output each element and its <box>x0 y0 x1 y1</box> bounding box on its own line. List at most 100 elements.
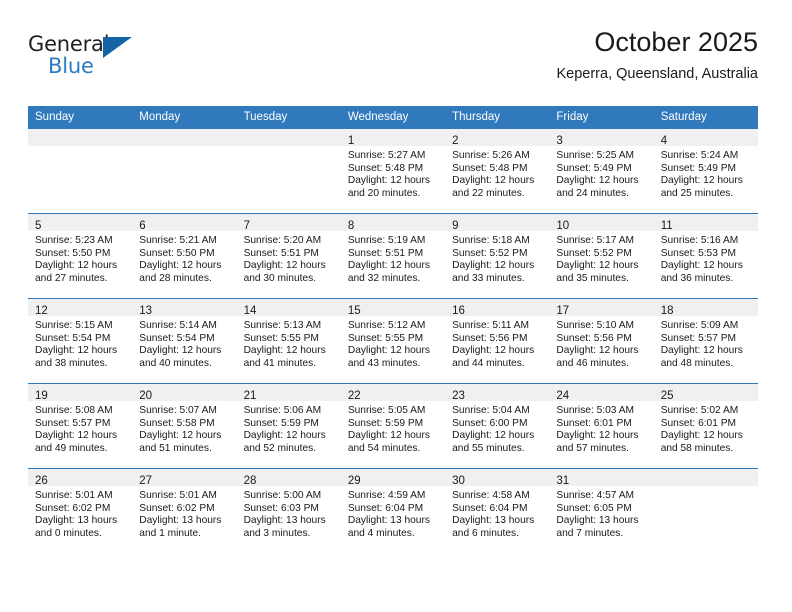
sunrise-text: Sunrise: 5:05 AM <box>347 405 426 416</box>
sunrise-text: Sunrise: 5:03 AM <box>556 405 634 416</box>
day-number-band: 31 <box>549 469 654 487</box>
calendar-day-cell[interactable]: 26 Sunrise: 5:01 AM Sunset: 6:02 PM Dayligh… <box>28 468 133 553</box>
day-number-band: 15 <box>340 299 446 317</box>
calendar-day-cell[interactable]: 11 Sunrise: 5:16 AM Sunset: 5:53 PM Dayligh… <box>653 213 758 299</box>
daylight-text: and 0 minutes. <box>35 527 102 539</box>
sunset-text: Sunset: 5:50 PM <box>139 247 215 259</box>
general-blue-logo: General Blue <box>28 26 148 84</box>
day-cell-content: 26 Sunrise: 5:01 AM Sunset: 6:02 PM Dayligh… <box>28 469 133 553</box>
weekday-header-thursday: Thursday <box>445 106 550 129</box>
calendar-day-cell[interactable]: 20 Sunrise: 5:07 AM Sunset: 5:58 PM Dayligh… <box>132 383 237 469</box>
calendar-day-cell[interactable]: 8 Sunrise: 5:19 AM Sunset: 5:51 PM Daylight… <box>340 213 446 299</box>
sunrise-text: Sunrise: 5:01 AM <box>35 490 113 501</box>
day-number: 28 <box>243 475 257 487</box>
calendar-day-cell[interactable]: 27 Sunrise: 5:01 AM Sunset: 6:02 PM Dayligh… <box>132 468 237 553</box>
sunrise-text: Sunrise: 5:06 AM <box>243 405 322 416</box>
day-cell-content: 15 Sunrise: 5:12 AM Sunset: 5:55 PM Dayligh… <box>340 299 446 383</box>
day-cell-content <box>28 129 133 213</box>
sunset-text: Sunset: 5:49 PM <box>556 162 632 174</box>
calendar-week-row: 19 Sunrise: 5:08 AM Sunset: 5:57 PM Dayligh… <box>28 383 758 469</box>
calendar-day-cell[interactable]: 7 Sunrise: 5:20 AM Sunset: 5:51 PM Daylight… <box>236 213 341 299</box>
calendar-day-cell[interactable]: 19 Sunrise: 5:08 AM Sunset: 5:57 PM Dayligh… <box>28 383 133 469</box>
calendar-day-cell[interactable]: 12 Sunrise: 5:15 AM Sunset: 5:54 PM Dayligh… <box>28 298 133 384</box>
sunset-text: Sunset: 5:59 PM <box>347 417 424 429</box>
day-number-band: 22 <box>340 384 446 402</box>
calendar-day-cell[interactable]: 5 Sunrise: 5:23 AM Sunset: 5:50 PM Daylight… <box>28 213 133 299</box>
weekday-header-friday: Friday <box>549 106 654 129</box>
day-number-band: 14 <box>236 299 341 317</box>
calendar-day-cell[interactable]: 3 Sunrise: 5:25 AM Sunset: 5:49 PM Daylight… <box>549 128 654 214</box>
daylight-text: Daylight: 12 hours <box>556 260 639 272</box>
daylight-text: Daylight: 12 hours <box>35 430 118 442</box>
day-number: 17 <box>556 305 570 317</box>
daylight-text: and 38 minutes. <box>35 357 108 369</box>
calendar-day-cell[interactable]: 17 Sunrise: 5:10 AM Sunset: 5:56 PM Dayligh… <box>549 298 654 384</box>
day-details: Sunrise: 5:08 AM Sunset: 5:57 PM Daylight:… <box>28 401 132 455</box>
day-number: 9 <box>452 220 459 232</box>
daylight-text: Daylight: 12 hours <box>347 175 430 187</box>
calendar-day-cell[interactable]: 28 Sunrise: 5:00 AM Sunset: 6:03 PM Dayligh… <box>236 468 341 553</box>
day-cell-content: 29 Sunrise: 4:59 AM Sunset: 6:04 PM Dayligh… <box>340 469 446 553</box>
day-details: Sunrise: 5:24 AM Sunset: 5:49 PM Daylight:… <box>654 146 758 200</box>
sunset-text: Sunset: 5:54 PM <box>139 332 215 344</box>
daylight-text: and 6 minutes. <box>452 527 519 539</box>
day-cell-content: 11 Sunrise: 5:16 AM Sunset: 5:53 PM Dayligh… <box>653 214 758 298</box>
page-header: General Blue October 2025 Keperra, Queen… <box>28 26 758 98</box>
day-cell-content <box>653 469 758 553</box>
calendar-day-cell[interactable]: 25 Sunrise: 5:02 AM Sunset: 6:01 PM Dayligh… <box>653 383 758 469</box>
calendar-grid: Sunday Monday Tuesday Wednesday Thursday Frid… <box>28 106 758 553</box>
calendar-day-cell[interactable]: 30 Sunrise: 4:58 AM Sunset: 6:04 PM Dayligh… <box>445 468 550 553</box>
calendar-week-row: 12 Sunrise: 5:15 AM Sunset: 5:54 PM Dayligh… <box>28 298 758 384</box>
day-cell-content: 24 Sunrise: 5:03 AM Sunset: 6:01 PM Dayligh… <box>549 384 654 468</box>
day-number-band: 17 <box>549 299 654 317</box>
calendar-day-cell[interactable]: 23 Sunrise: 5:04 AM Sunset: 6:00 PM Dayligh… <box>445 383 550 469</box>
day-number-band: 28 <box>236 469 341 487</box>
daylight-text: Daylight: 12 hours <box>660 175 743 187</box>
day-number: 22 <box>347 390 361 402</box>
sunrise-text: Sunrise: 5:17 AM <box>556 235 634 246</box>
daylight-text: Daylight: 12 hours <box>660 260 743 272</box>
daylight-text: and 51 minutes. <box>139 442 212 454</box>
day-cell-content: 5 Sunrise: 5:23 AM Sunset: 5:50 PM Daylight… <box>28 214 133 298</box>
daylight-text: and 58 minutes. <box>660 442 734 454</box>
day-number: 8 <box>347 220 355 232</box>
calendar-day-cell[interactable]: 14 Sunrise: 5:13 AM Sunset: 5:55 PM Dayligh… <box>236 298 341 384</box>
sunset-text: Sunset: 5:48 PM <box>452 162 528 174</box>
sunset-text: Sunset: 5:57 PM <box>35 417 111 429</box>
sunrise-text: Sunrise: 5:01 AM <box>139 490 217 501</box>
day-details: Sunrise: 5:07 AM Sunset: 5:58 PM Daylight:… <box>132 401 236 455</box>
calendar-day-cell[interactable]: 31 Sunrise: 4:57 AM Sunset: 6:05 PM Dayligh… <box>549 468 654 553</box>
sunset-text: Sunset: 5:54 PM <box>35 332 111 344</box>
daylight-text: and 25 minutes. <box>660 187 734 199</box>
day-cell-content: 2 Sunrise: 5:26 AM Sunset: 5:48 PM Daylight… <box>445 129 550 213</box>
day-details: Sunrise: 5:19 AM Sunset: 5:51 PM Daylight:… <box>341 231 445 285</box>
calendar-day-cell[interactable]: 21 Sunrise: 5:06 AM Sunset: 5:59 PM Dayligh… <box>236 383 341 469</box>
calendar-day-cell[interactable]: 29 Sunrise: 4:59 AM Sunset: 6:04 PM Dayligh… <box>340 468 446 553</box>
calendar-day-cell[interactable]: 2 Sunrise: 5:26 AM Sunset: 5:48 PM Daylight… <box>445 128 550 214</box>
calendar-day-cell[interactable]: 24 Sunrise: 5:03 AM Sunset: 6:01 PM Dayligh… <box>549 383 654 469</box>
sunrise-text: Sunrise: 5:19 AM <box>347 235 426 246</box>
calendar-day-cell[interactable]: 1 Sunrise: 5:27 AM Sunset: 5:48 PM Daylight… <box>340 128 446 214</box>
calendar-day-cell[interactable]: 13 Sunrise: 5:14 AM Sunset: 5:54 PM Dayligh… <box>132 298 237 384</box>
sunset-text: Sunset: 5:59 PM <box>243 417 319 429</box>
calendar-day-cell[interactable]: 4 Sunrise: 5:24 AM Sunset: 5:49 PM Daylight… <box>653 128 758 214</box>
day-number-band: 24 <box>549 384 654 402</box>
calendar-day-cell[interactable]: 9 Sunrise: 5:18 AM Sunset: 5:52 PM Daylight… <box>445 213 550 299</box>
day-cell-content: 10 Sunrise: 5:17 AM Sunset: 5:52 PM Dayligh… <box>549 214 654 298</box>
calendar-day-cell[interactable]: 16 Sunrise: 5:11 AM Sunset: 5:56 PM Dayligh… <box>445 298 550 384</box>
title-block: October 2025 Keperra, Queensland, Austra… <box>556 26 758 83</box>
calendar-day-cell[interactable]: 10 Sunrise: 5:17 AM Sunset: 5:52 PM Dayligh… <box>549 213 654 299</box>
day-number: 6 <box>139 220 146 232</box>
calendar-day-cell[interactable]: 6 Sunrise: 5:21 AM Sunset: 5:50 PM Daylight… <box>132 213 237 299</box>
daylight-text: Daylight: 12 hours <box>556 345 639 357</box>
day-number-band: 25 <box>653 384 758 402</box>
daylight-text: Daylight: 13 hours <box>35 515 118 527</box>
day-number: 5 <box>35 220 42 232</box>
daylight-text: and 43 minutes. <box>347 357 421 369</box>
sunset-text: Sunset: 5:55 PM <box>347 332 424 344</box>
calendar-day-cell[interactable]: 15 Sunrise: 5:12 AM Sunset: 5:55 PM Dayligh… <box>340 298 446 384</box>
day-number: 3 <box>556 135 563 147</box>
daylight-text: Daylight: 12 hours <box>347 260 430 272</box>
calendar-day-cell[interactable]: 18 Sunrise: 5:09 AM Sunset: 5:57 PM Dayligh… <box>653 298 758 384</box>
calendar-day-cell[interactable]: 22 Sunrise: 5:05 AM Sunset: 5:59 PM Dayligh… <box>340 383 446 469</box>
